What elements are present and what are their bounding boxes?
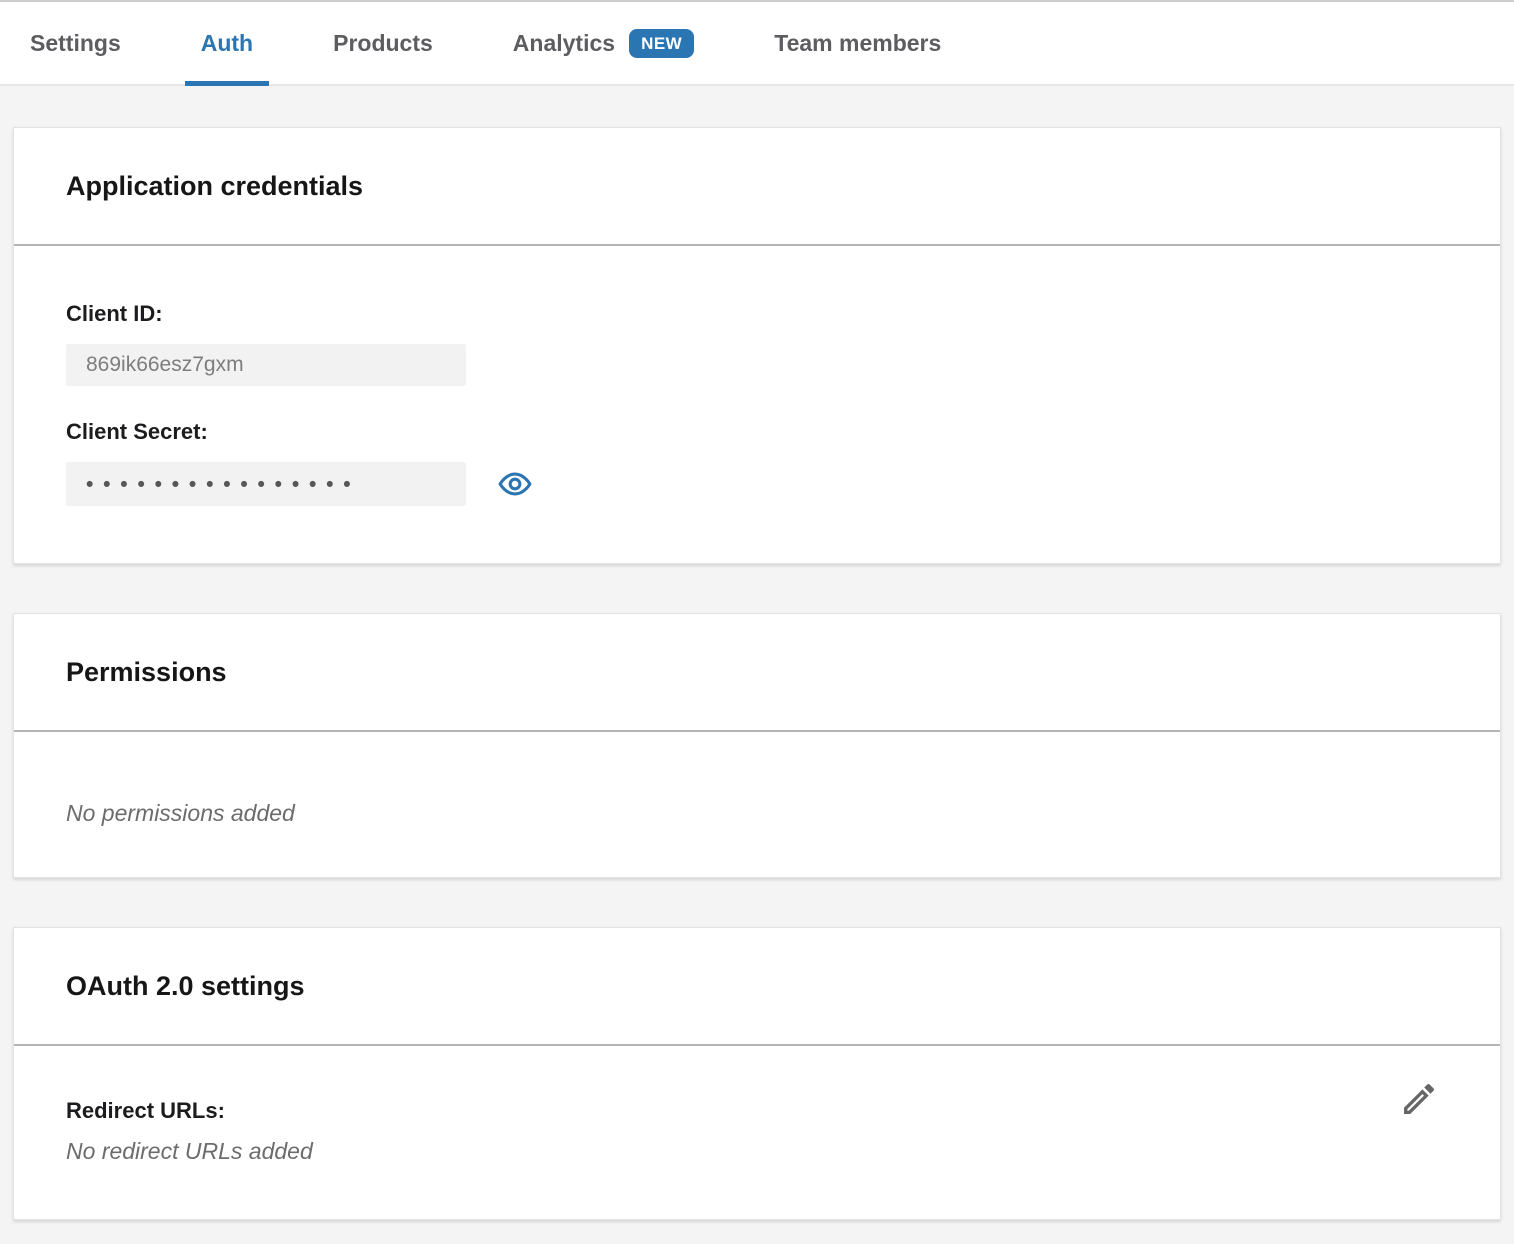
oauth-settings-card: OAuth 2.0 settings Redirect URLs: No red… <box>13 927 1501 1220</box>
redirect-urls-empty-text: No redirect URLs added <box>66 1138 1448 1165</box>
client-id-label: Client ID: <box>66 301 1448 327</box>
tab-team-members-label: Team members <box>774 30 941 57</box>
reveal-secret-button[interactable] <box>498 467 532 501</box>
client-secret-field[interactable]: •••••••••••••••• <box>66 462 466 506</box>
oauth-settings-body: Redirect URLs: No redirect URLs added <box>14 1046 1500 1219</box>
permissions-body: No permissions added <box>14 732 1500 877</box>
tab-settings[interactable]: Settings <box>30 2 121 84</box>
client-secret-masked-value: •••••••••••••••• <box>86 472 360 496</box>
permissions-title: Permissions <box>66 657 227 688</box>
redirect-urls-label: Redirect URLs: <box>66 1098 1448 1124</box>
client-secret-row: •••••••••••••••• <box>66 462 1448 506</box>
tab-settings-label: Settings <box>30 30 121 57</box>
client-secret-label: Client Secret: <box>66 419 1448 445</box>
oauth-settings-header: OAuth 2.0 settings <box>14 928 1500 1046</box>
tab-products[interactable]: Products <box>333 2 433 84</box>
new-badge: NEW <box>629 29 694 58</box>
application-credentials-card: Application credentials Client ID: 869ik… <box>13 127 1501 564</box>
tab-bar: Settings Auth Products Analytics NEW Tea… <box>0 0 1514 86</box>
application-credentials-header: Application credentials <box>14 128 1500 246</box>
application-credentials-title: Application credentials <box>66 171 363 202</box>
tab-auth[interactable]: Auth <box>201 2 253 84</box>
eye-icon <box>498 467 532 501</box>
tab-auth-label: Auth <box>201 30 253 57</box>
page-content: Application credentials Client ID: 869ik… <box>0 86 1514 1220</box>
edit-redirect-urls-button[interactable] <box>1396 1076 1442 1122</box>
permissions-header: Permissions <box>14 614 1500 732</box>
tab-team-members[interactable]: Team members <box>774 2 941 84</box>
oauth-settings-title: OAuth 2.0 settings <box>66 971 305 1002</box>
application-credentials-body: Client ID: 869ik66esz7gxm Client Secret:… <box>14 246 1500 563</box>
pencil-icon <box>1399 1079 1439 1119</box>
tab-products-label: Products <box>333 30 433 57</box>
tab-analytics-label: Analytics <box>513 30 615 57</box>
tab-analytics[interactable]: Analytics NEW <box>513 2 694 84</box>
permissions-empty-text: No permissions added <box>66 800 1448 827</box>
client-id-value: 869ik66esz7gxm <box>86 353 244 377</box>
permissions-card: Permissions No permissions added <box>13 613 1501 878</box>
client-id-field[interactable]: 869ik66esz7gxm <box>66 344 466 386</box>
